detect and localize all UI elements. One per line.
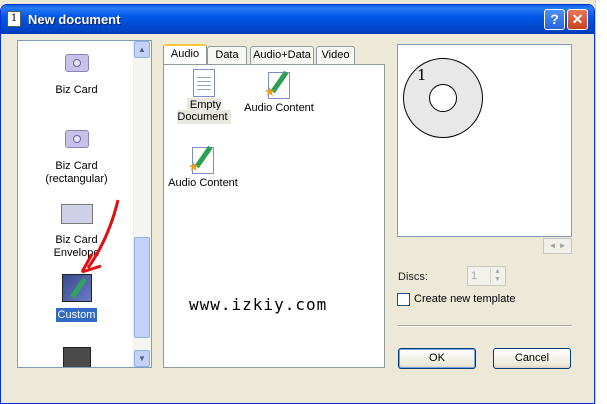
discs-value: 1 bbox=[471, 270, 478, 282]
disc-preview-icon: 1 bbox=[403, 58, 483, 138]
document-panel: Empty Document ★ Audio Content ★ Audio C… bbox=[163, 64, 385, 368]
background-strip-right bbox=[595, 0, 607, 404]
create-template-checkbox[interactable] bbox=[397, 293, 410, 306]
ok-button[interactable]: OK bbox=[398, 348, 476, 369]
disc-preview: 1 bbox=[397, 44, 572, 237]
help-button[interactable]: ? bbox=[544, 9, 565, 30]
create-template-label[interactable]: Create new template bbox=[414, 293, 516, 305]
custom-brush-icon bbox=[61, 274, 92, 302]
template-list: Biz Card Biz Card (rectangular) Biz Card… bbox=[17, 40, 152, 368]
template-icon bbox=[62, 347, 91, 367]
template-item-custom[interactable]: Custom bbox=[18, 274, 135, 322]
watermark-text: www.izkiy.com bbox=[189, 295, 328, 314]
document-item-audio-content[interactable]: ★ Audio Content bbox=[167, 145, 239, 189]
template-item-biz-card[interactable]: Biz Card bbox=[18, 54, 135, 97]
discs-label: Discs: bbox=[398, 271, 428, 283]
preview-scroll-arrows[interactable]: ◄ ► bbox=[543, 238, 572, 254]
document-label: Audio Content bbox=[168, 177, 238, 189]
template-label: Biz Card bbox=[55, 84, 98, 96]
divider bbox=[397, 325, 572, 327]
tab-audio-data[interactable]: Audio+Data bbox=[250, 46, 314, 64]
template-label-selected: Custom bbox=[55, 308, 98, 322]
template-list-scrollbar[interactable]: ▲ ▼ bbox=[133, 41, 151, 367]
title-bar[interactable]: 1 New document ? ✕ bbox=[1, 5, 594, 34]
envelope-icon bbox=[60, 204, 93, 224]
tab-audio[interactable]: Audio bbox=[163, 44, 207, 65]
scroll-up-button[interactable]: ▲ bbox=[134, 41, 150, 58]
document-label: Audio Content bbox=[244, 102, 314, 114]
discs-spinner[interactable]: 1 ▲ ▼ bbox=[467, 266, 506, 286]
document-item-empty[interactable]: Empty Document bbox=[174, 69, 234, 124]
audio-document-icon: ★ bbox=[264, 70, 294, 100]
tab-video[interactable]: Video bbox=[316, 46, 355, 64]
template-label: Biz Card Envelope bbox=[53, 234, 100, 259]
template-item-partial[interactable] bbox=[18, 347, 135, 367]
document-icon bbox=[193, 69, 215, 97]
disc-icon bbox=[64, 130, 89, 148]
tab-data[interactable]: Data bbox=[207, 46, 247, 64]
template-label: Biz Card (rectangular) bbox=[45, 160, 108, 185]
audio-document-icon: ★ bbox=[188, 145, 218, 175]
app-icon: 1 bbox=[7, 11, 21, 27]
document-label: Empty Document bbox=[177, 98, 231, 124]
cancel-button[interactable]: Cancel bbox=[493, 348, 571, 369]
scroll-thumb[interactable] bbox=[134, 237, 150, 338]
disc-number: 1 bbox=[417, 66, 427, 84]
template-item-biz-card-envelope[interactable]: Biz Card Envelope bbox=[18, 204, 135, 260]
disc-icon bbox=[64, 54, 89, 72]
scroll-down-button[interactable]: ▼ bbox=[134, 350, 150, 367]
template-item-biz-card-rectangular[interactable]: Biz Card (rectangular) bbox=[18, 130, 135, 186]
spinner-arrows-icon[interactable]: ▲ ▼ bbox=[490, 268, 504, 284]
disc-hole bbox=[429, 84, 457, 112]
close-button[interactable]: ✕ bbox=[567, 9, 588, 30]
document-item-audio-content[interactable]: ★ Audio Content bbox=[243, 70, 315, 114]
window-title: New document bbox=[28, 12, 121, 27]
